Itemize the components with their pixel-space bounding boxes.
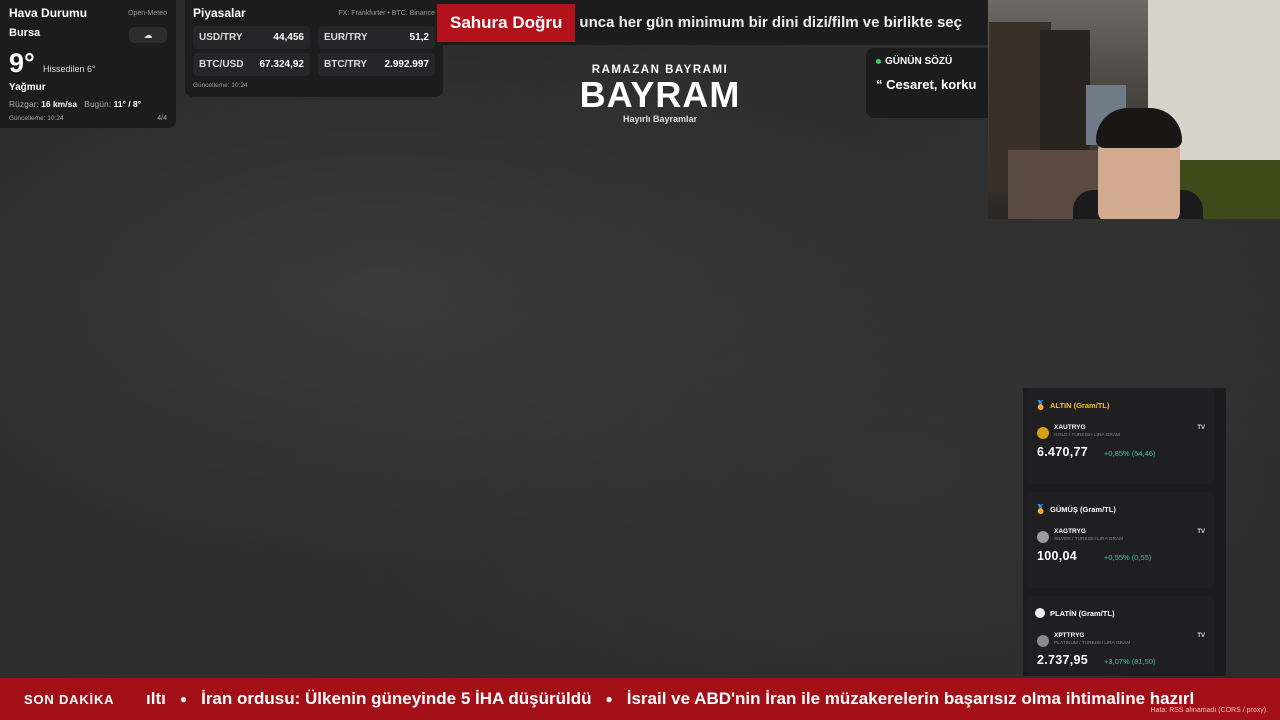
news-item: İran ordusu: Ülkenin güneyinde 5 İHA düş…: [201, 689, 592, 708]
metal-change: +3,07% (81,50): [1104, 657, 1156, 666]
bullet-icon: ●: [179, 692, 188, 706]
weather-title: Hava Durumu: [9, 6, 88, 20]
today-label: Bugün:: [84, 99, 112, 109]
bullet-icon: ●: [605, 692, 613, 706]
metal-symbol: XAUTRYG: [1054, 424, 1086, 431]
markets-source: FX: Frankfurter • BTC: Binance: [338, 9, 435, 17]
live-dot-icon: [876, 59, 881, 64]
metal-description: PLATINUM / TURKISH LIRA GRAM: [1054, 641, 1131, 646]
market-value: 67.324,92: [259, 59, 305, 70]
tradingview-icon[interactable]: TV: [1197, 425, 1205, 431]
market-item-btcusd: BTC/USD 67.324,92: [193, 53, 310, 76]
weather-source: Open-Meteo: [128, 9, 167, 17]
rain-cloud-icon: ☁: [129, 27, 167, 43]
news-item: İsrail ve ABD'nin İran ile müzakerelerin…: [626, 689, 1195, 708]
breaking-news-bar: SON DAKİKA ıltı ● İran ordusu: Ülkenin g…: [0, 678, 1280, 720]
today-value: 11° / 8°: [113, 99, 142, 109]
gold-coin-icon: [1037, 427, 1049, 439]
market-value: 44,456: [273, 32, 304, 43]
markets-widget: Piyasalar FX: Frankfurter • BTC: Binance…: [185, 0, 443, 97]
metal-title: GÜMÜŞ (Gram/TL): [1050, 504, 1116, 514]
metal-title: ALTIN (Gram/TL): [1050, 400, 1110, 410]
weather-widget: Hava Durumu Open-Meteo Bursa ☁ 9° Hissed…: [0, 0, 176, 128]
metal-title: PLATİN (Gram/TL): [1050, 608, 1115, 618]
sahur-ticker: Sahura Doğru unca her gün minimum bir di…: [437, 0, 988, 45]
markets-title: Piyasalar: [193, 6, 246, 20]
metal-price: 100,04: [1037, 549, 1078, 563]
wind-label: Rüzgar:: [9, 99, 39, 109]
metal-symbol: XPTTRYG: [1054, 632, 1085, 639]
market-value: 51,2: [409, 32, 429, 43]
metal-change: +0,55% (0,55): [1104, 553, 1152, 562]
silver-coin-icon: [1037, 531, 1049, 543]
market-item-usdtry: USD/TRY 44,456: [193, 26, 310, 49]
tradingview-icon[interactable]: TV: [1197, 633, 1205, 639]
metal-card-gold: 🏅 ALTIN (Gram/TL) XAUTRYG GOLD / TURKISH…: [1027, 388, 1215, 484]
platinum-coin-icon: [1037, 635, 1049, 647]
metals-panel: 🏅 ALTIN (Gram/TL) XAUTRYG GOLD / TURKISH…: [1023, 388, 1226, 676]
market-value: 2.992.997: [384, 59, 430, 70]
market-item-eurtry: EUR/TRY 51,2: [318, 26, 435, 49]
rss-error-text: Hata: RSS alınamadı (CORS / proxy).: [1150, 707, 1268, 714]
metal-description: GOLD / TURKISH LIRA GRAM: [1054, 433, 1121, 438]
news-item: ıltı: [146, 689, 166, 708]
quote-of-the-day: GÜNÜN SÖZÜ “ Cesaret, korku: [866, 48, 988, 118]
white-circle-icon: [1035, 607, 1045, 619]
tradingview-icon[interactable]: TV: [1197, 529, 1205, 535]
metal-change: +0,85% (54,46): [1104, 449, 1156, 458]
bayram-title: BAYRAM: [579, 74, 741, 115]
markets-updated: Güncelleme: 10:24: [193, 82, 248, 89]
metal-card-platinum: PLATİN (Gram/TL) XPTTRYG PLATINUM / TURK…: [1027, 596, 1215, 676]
breaking-news-label: SON DAKİKA: [0, 678, 145, 720]
webcam-feed: [988, 0, 1280, 219]
weather-wind-row: Rüzgar: 16 km/sa Bugün: 11° / 8°: [9, 99, 141, 109]
wind-value: 16 km/sa: [41, 99, 78, 109]
market-label: BTC/TRY: [324, 59, 367, 70]
market-item-btctry: BTC/TRY 2.992.997: [318, 53, 435, 76]
metal-price: 2.737,95: [1037, 653, 1089, 667]
market-label: USD/TRY: [199, 32, 243, 43]
silver-medal-icon: 🏅: [1035, 504, 1047, 514]
weather-updated: Güncelleme: 10:24: [9, 115, 64, 122]
quote-title: GÜNÜN SÖZÜ: [885, 56, 953, 67]
metal-price: 6.470,77: [1037, 445, 1089, 459]
market-label: EUR/TRY: [324, 32, 368, 43]
breaking-news-track: ıltı ● İran ordusu: Ülkenin güneyinde 5 …: [146, 678, 1194, 720]
gold-medal-icon: 🏅: [1035, 400, 1047, 410]
bayram-tagline: Hayırlı Bayramlar: [622, 114, 698, 124]
weather-feels-like: Hissedilen 6°: [43, 64, 96, 74]
weather-page-indicator: 4/4: [157, 115, 167, 122]
metal-symbol: XAGTRYG: [1054, 528, 1086, 535]
weather-temperature: 9°: [9, 48, 35, 78]
market-label: BTC/USD: [199, 59, 244, 70]
weather-condition: Yağmur: [9, 82, 46, 93]
metal-description: SILVER / TURKISH LIRA GRAM: [1054, 537, 1124, 542]
quote-text: “ Cesaret, korku: [876, 77, 977, 92]
sahur-ticker-text: unca her gün minimum bir dini dizi/film …: [579, 14, 962, 31]
bayram-title-block: RAMAZAN BAYRAMI BAYRAM Hayırlı Bayramlar: [540, 64, 780, 124]
metal-card-silver: 🏅 GÜMÜŞ (Gram/TL) XAGTRYG SILVER / TURKI…: [1027, 492, 1215, 588]
sahur-label: Sahura Doğru: [437, 3, 576, 42]
